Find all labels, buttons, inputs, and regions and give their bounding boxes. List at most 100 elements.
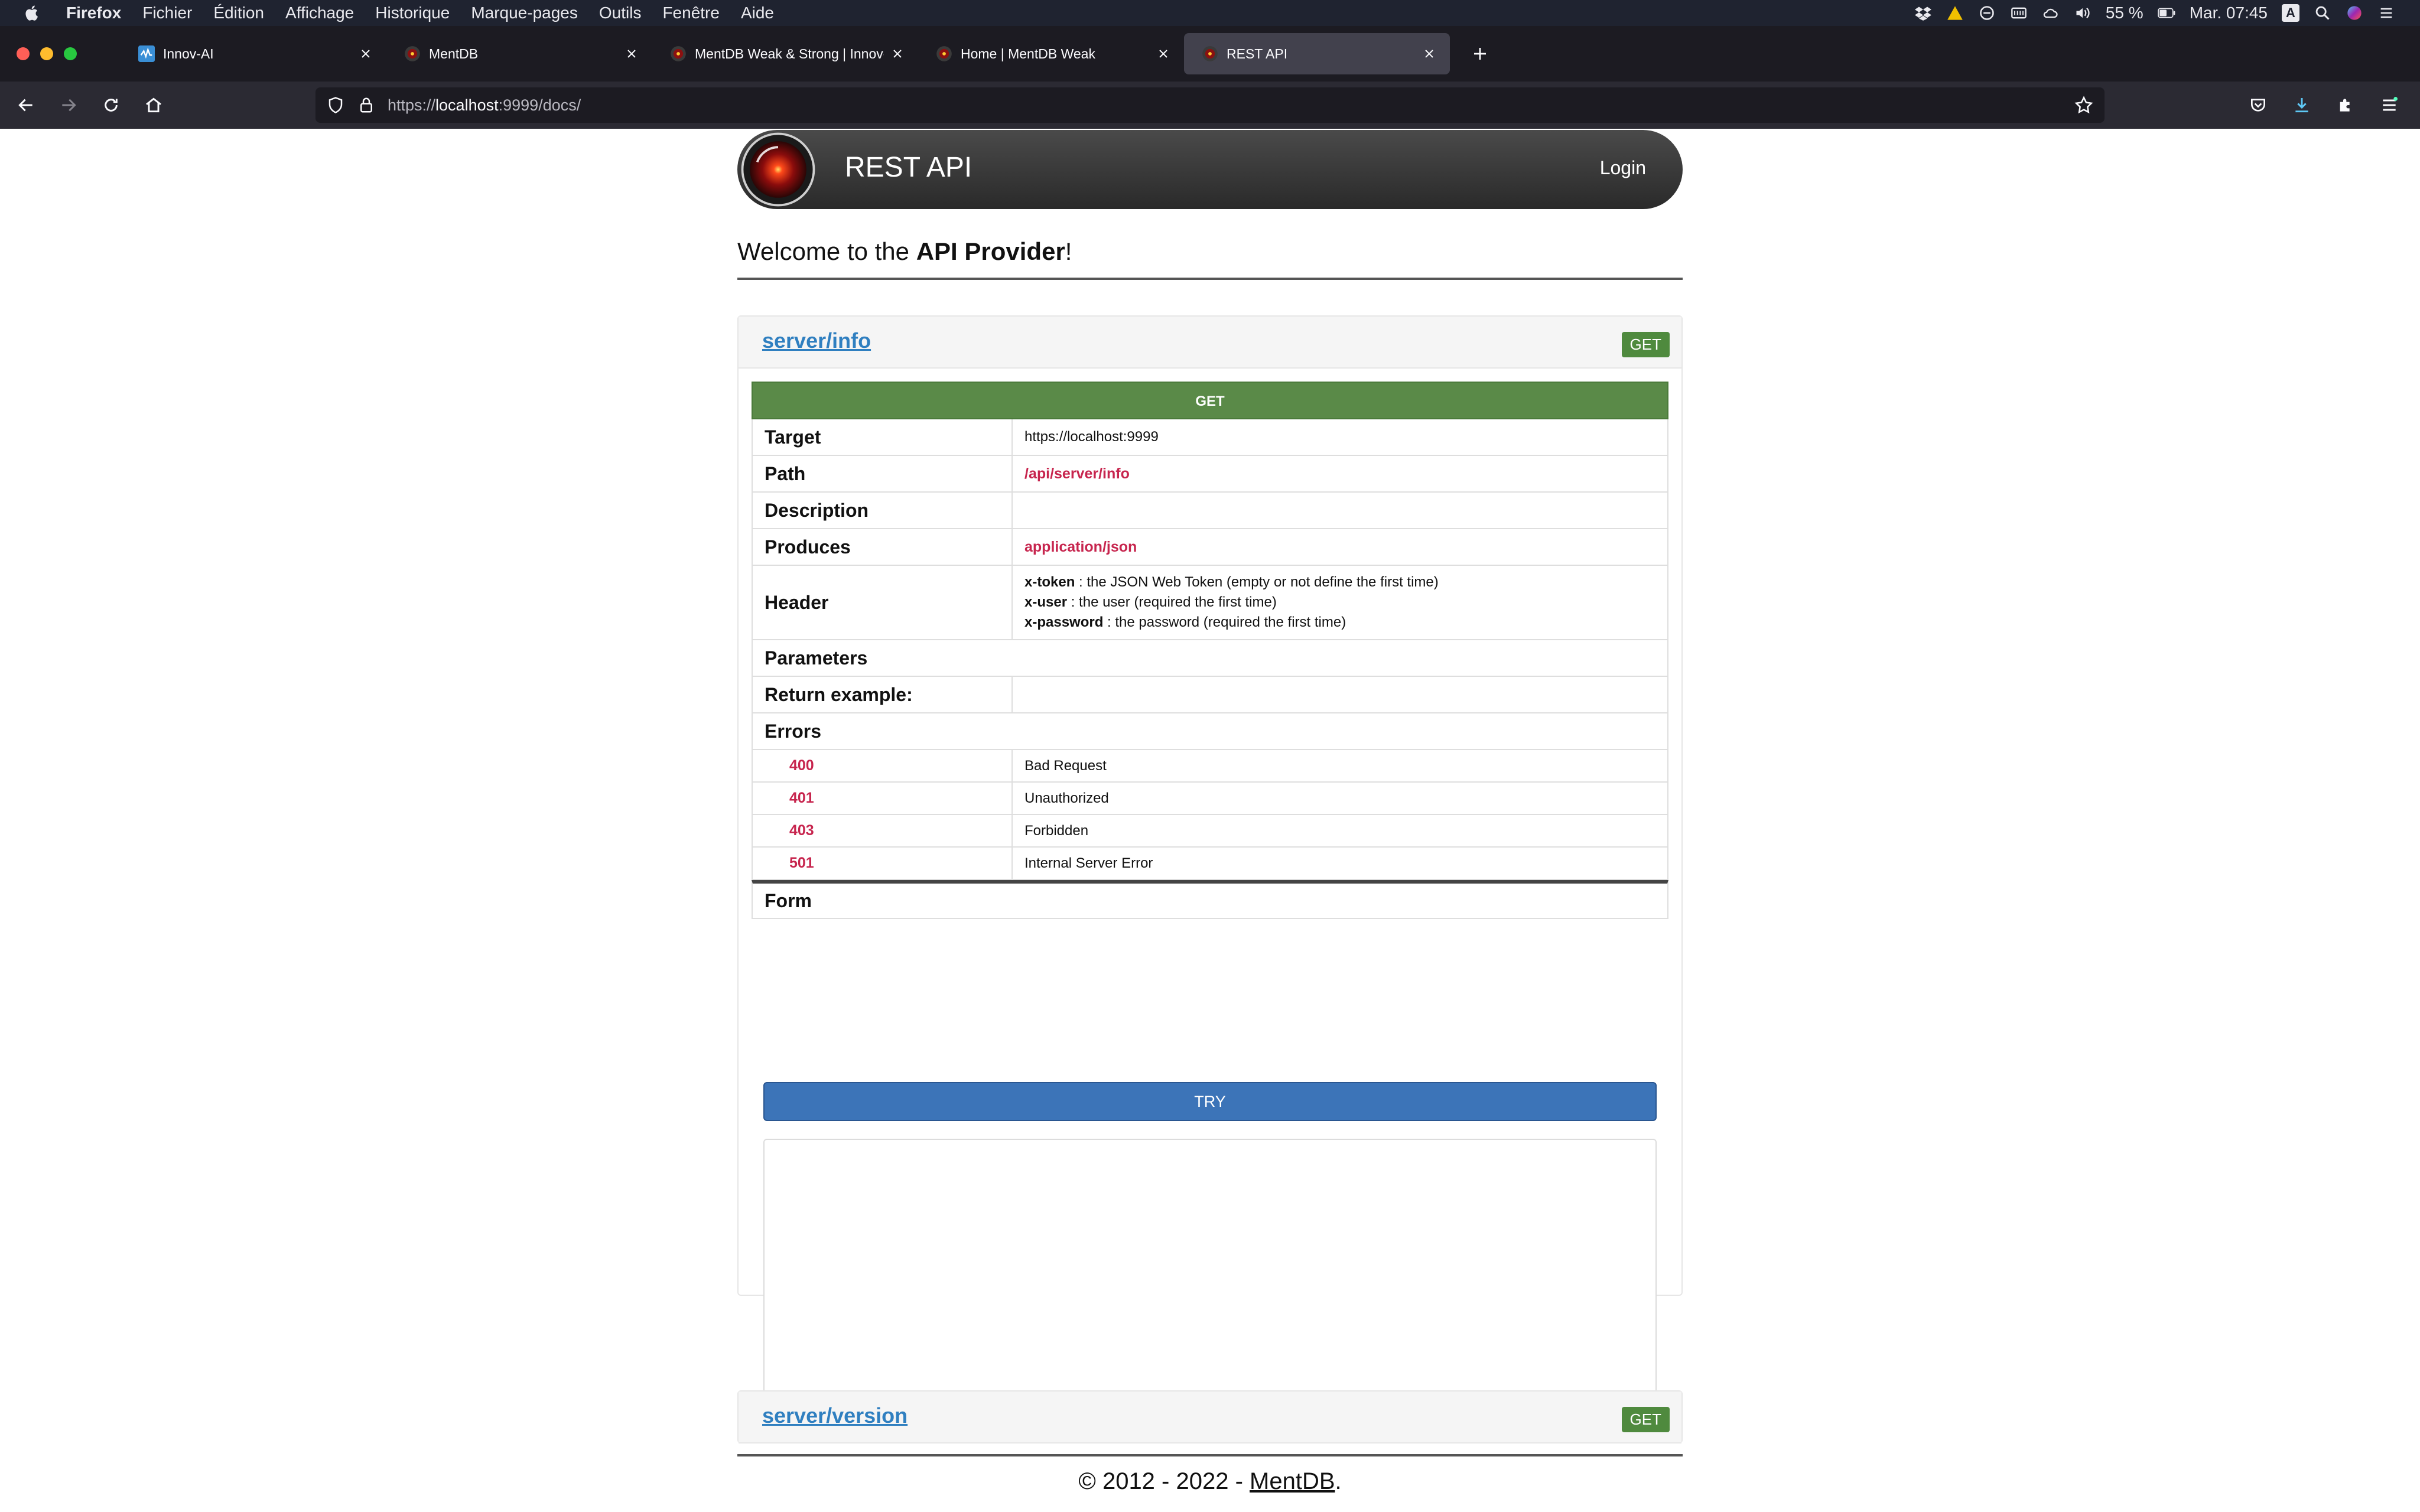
home-button[interactable] xyxy=(137,89,170,122)
browser-nav-bar: https://localhost:9999/docs/ xyxy=(0,82,2420,129)
downloads-button[interactable] xyxy=(2285,89,2318,122)
tab-mentdb[interactable]: MentDB xyxy=(386,33,652,74)
menu-outils[interactable]: Outils xyxy=(588,0,652,26)
tab-rest-api[interactable]: REST API xyxy=(1184,33,1450,74)
close-tab-icon[interactable] xyxy=(358,46,373,61)
window-controls xyxy=(17,47,87,60)
tab-mentdb-weak-strong[interactable]: MentDB Weak & Strong | Innov-AI xyxy=(652,33,918,74)
site-header: REST API Login xyxy=(737,130,1683,209)
menu-marque-pages[interactable]: Marque-pages xyxy=(460,0,588,26)
endpoint-details: GET Target https://localhost:9999 Path /… xyxy=(752,382,1668,1436)
reload-button[interactable] xyxy=(95,89,128,122)
mentdb-favicon-icon xyxy=(1202,45,1218,62)
footer-mentdb-link[interactable]: MentDB xyxy=(1250,1468,1335,1494)
url-text[interactable]: https://localhost:9999/docs/ xyxy=(388,96,581,115)
welcome-suffix: ! xyxy=(1065,237,1072,265)
tab-home-mentdb-weak[interactable]: Home | MentDB Weak xyxy=(918,33,1184,74)
row-label: Form xyxy=(765,889,812,911)
row-label: Target xyxy=(753,419,1013,455)
keyboard-icon[interactable] xyxy=(2009,4,2029,22)
menu-aide[interactable]: Aide xyxy=(730,0,785,26)
close-tab-icon[interactable] xyxy=(1422,46,1437,61)
pocket-button[interactable] xyxy=(2242,89,2275,122)
method-badge: GET xyxy=(1621,332,1670,357)
tracking-protection-shield-icon[interactable] xyxy=(326,96,345,115)
row-label: Description xyxy=(753,493,1013,528)
endpoint-panel-server-version: server/version GET xyxy=(737,1390,1683,1443)
menu-historique[interactable]: Historique xyxy=(365,0,460,26)
row-label: Errors xyxy=(765,720,822,742)
tab-innov-ai[interactable]: Innov-AI xyxy=(121,33,386,74)
bookmark-star-icon[interactable] xyxy=(2074,95,2094,115)
error-text: Forbidden xyxy=(1024,822,1089,839)
browser-tab-strip: Innov-AI MentDB MentDB Weak & Strong | I… xyxy=(0,26,2420,82)
row-errors: Errors xyxy=(752,713,1668,750)
row-parameters: Parameters xyxy=(752,640,1668,677)
error-row: 403 Forbidden xyxy=(752,815,1668,848)
error-row: 501 Internal Server Error xyxy=(752,848,1668,880)
header-key: x-token xyxy=(1024,574,1075,590)
app-menu-button[interactable] xyxy=(2373,89,2406,122)
url-path: :9999/docs/ xyxy=(498,96,581,114)
footer-copyright: © 2012 - 2022 - xyxy=(1078,1468,1250,1494)
arrow-right-icon xyxy=(62,99,76,112)
input-source-icon[interactable]: A xyxy=(2281,4,2301,22)
try-button[interactable]: TRY xyxy=(763,1082,1657,1121)
menu-affichage[interactable]: Affichage xyxy=(275,0,365,26)
error-text: Internal Server Error xyxy=(1024,855,1153,871)
zoom-window-button[interactable] xyxy=(64,47,77,60)
mentdb-favicon-icon xyxy=(670,45,687,62)
endpoint-link-server-version[interactable]: server/version xyxy=(762,1403,908,1428)
siri-icon[interactable] xyxy=(2344,4,2364,22)
menubar-clock[interactable]: Mar. 07:45 xyxy=(2190,4,2268,22)
battery-icon[interactable] xyxy=(2156,4,2177,22)
minimize-window-button[interactable] xyxy=(40,47,53,60)
lock-icon[interactable] xyxy=(357,96,376,115)
produces-value: application/json xyxy=(1024,538,1137,555)
close-tab-icon[interactable] xyxy=(624,46,639,61)
error-code: 401 xyxy=(789,790,814,806)
control-center-icon[interactable] xyxy=(2376,4,2396,22)
return-example-value xyxy=(1013,677,1667,712)
tab-label: REST API xyxy=(1227,45,1288,61)
url-host: localhost xyxy=(435,96,499,114)
mentdb-favicon-icon xyxy=(936,45,952,62)
tab-label: MentDB Weak & Strong | Innov-AI xyxy=(695,45,884,61)
close-window-button[interactable] xyxy=(17,47,30,60)
welcome-prefix: Welcome to the xyxy=(737,237,916,265)
menu-fichier[interactable]: Fichier xyxy=(132,0,203,26)
menu-app-firefox[interactable]: Firefox xyxy=(56,0,132,26)
tab-label: Home | MentDB Weak xyxy=(961,45,1095,61)
forward-button[interactable] xyxy=(52,89,85,122)
pocket-icon xyxy=(2251,99,2265,112)
welcome-strong: API Provider xyxy=(916,237,1065,265)
innov-ai-favicon-icon xyxy=(138,45,155,62)
divider xyxy=(737,1454,1683,1456)
dropbox-icon[interactable] xyxy=(1913,4,1933,22)
cloud-icon[interactable] xyxy=(2041,4,2061,22)
endpoint-link-server-info[interactable]: server/info xyxy=(762,328,871,353)
menu-edition[interactable]: Édition xyxy=(203,0,275,26)
target-value: https://localhost:9999 xyxy=(1024,429,1159,445)
header-key: x-password xyxy=(1024,614,1104,630)
extensions-button[interactable] xyxy=(2329,89,2362,122)
method-bar: GET xyxy=(752,382,1668,419)
login-link[interactable]: Login xyxy=(1600,157,1646,179)
sync-icon[interactable] xyxy=(1977,4,1997,22)
volume-icon[interactable] xyxy=(2073,4,2093,22)
menu-fenetre[interactable]: Fenêtre xyxy=(652,0,730,26)
back-button[interactable] xyxy=(9,89,43,122)
arrow-left-icon xyxy=(18,99,32,112)
new-tab-button[interactable] xyxy=(1464,38,1496,70)
address-bar[interactable]: https://localhost:9999/docs/ xyxy=(315,87,2105,123)
spotlight-search-icon[interactable] xyxy=(2312,4,2333,22)
close-tab-icon[interactable] xyxy=(890,46,905,61)
close-tab-icon[interactable] xyxy=(1156,46,1171,61)
site-footer: © 2012 - 2022 - MentDB. xyxy=(737,1468,1683,1495)
method-badge: GET xyxy=(1621,1407,1670,1432)
response-textarea[interactable] xyxy=(763,1139,1657,1422)
battery-percent: 55 % xyxy=(2105,4,2143,22)
input-source-label: A xyxy=(2282,4,2299,22)
row-label: Path xyxy=(753,456,1013,491)
apple-logo-icon[interactable] xyxy=(24,4,41,22)
